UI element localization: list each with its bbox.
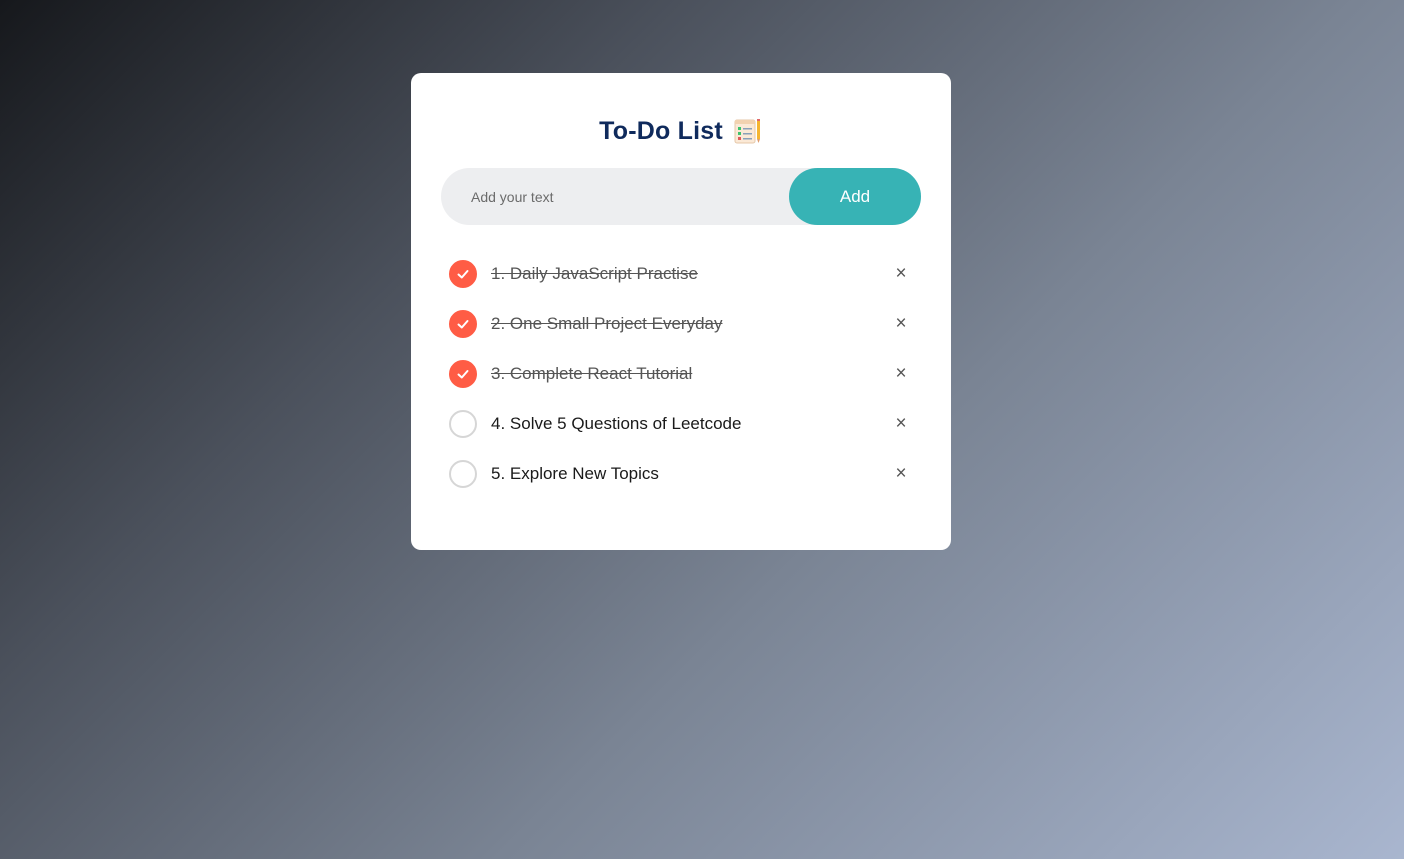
task-item[interactable]: 1. Daily JavaScript Practise × xyxy=(441,249,921,299)
delete-icon[interactable]: × xyxy=(887,460,915,488)
delete-icon[interactable]: × xyxy=(887,410,915,438)
task-item[interactable]: 2. One Small Project Everyday × xyxy=(441,299,921,349)
task-label: 1. Daily JavaScript Practise xyxy=(491,264,698,283)
checkbox-checked-icon[interactable] xyxy=(449,360,477,388)
task-item[interactable]: 4. Solve 5 Questions of Leetcode × xyxy=(441,399,921,449)
task-input-row: Add xyxy=(441,168,921,225)
task-list: 1. Daily JavaScript Practise × 2. One Sm… xyxy=(441,249,921,499)
delete-icon[interactable]: × xyxy=(887,260,915,288)
app-title: To-Do List xyxy=(599,116,723,145)
task-label: 2. One Small Project Everyday xyxy=(491,314,723,333)
task-label: 4. Solve 5 Questions of Leetcode xyxy=(491,414,742,433)
checkbox-checked-icon[interactable] xyxy=(449,260,477,288)
title-row: To-Do List xyxy=(441,113,921,149)
task-label: 3. Complete React Tutorial xyxy=(491,364,693,383)
checkbox-unchecked-icon[interactable] xyxy=(449,460,477,488)
todo-card: To-Do List Add 1. Da xyxy=(411,73,951,550)
task-item[interactable]: 5. Explore New Topics × xyxy=(441,449,921,499)
delete-icon[interactable]: × xyxy=(887,310,915,338)
notepad-icon xyxy=(733,117,763,145)
checkbox-unchecked-icon[interactable] xyxy=(449,410,477,438)
task-label: 5. Explore New Topics xyxy=(491,464,659,483)
add-button[interactable]: Add xyxy=(789,168,921,225)
delete-icon[interactable]: × xyxy=(887,360,915,388)
task-item[interactable]: 3. Complete React Tutorial × xyxy=(441,349,921,399)
checkbox-checked-icon[interactable] xyxy=(449,310,477,338)
task-input[interactable] xyxy=(441,168,789,225)
